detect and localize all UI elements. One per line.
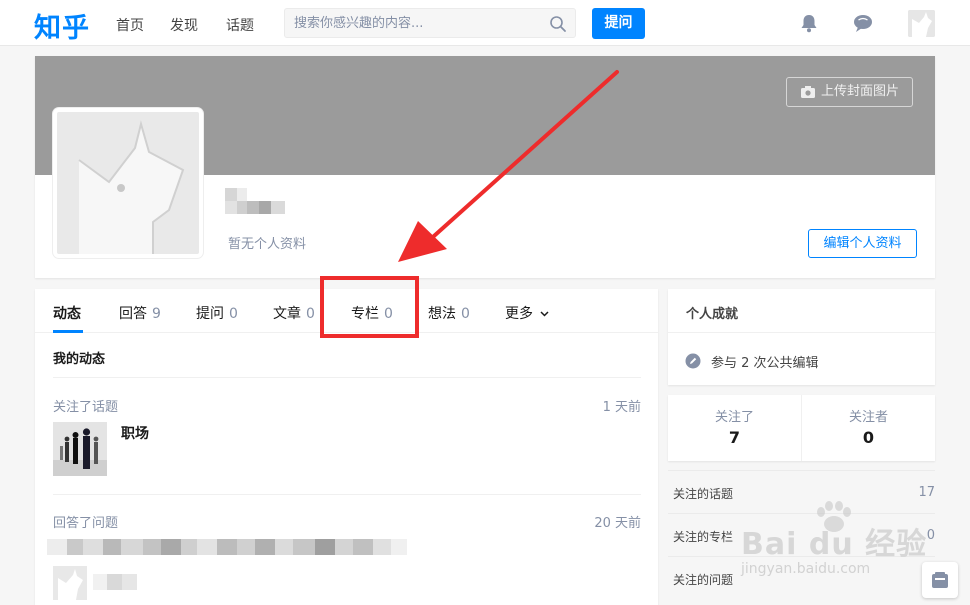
- profile-avatar[interactable]: [53, 108, 203, 258]
- search-box: [284, 8, 576, 38]
- answerer-avatar[interactable]: [53, 566, 87, 600]
- user-avatar[interactable]: [908, 10, 935, 37]
- tab-label: 更多: [505, 306, 533, 322]
- list-count: 17: [918, 485, 935, 500]
- tab-label: 文章: [273, 306, 301, 322]
- blurred-username: [225, 188, 285, 214]
- followers-stat[interactable]: 关注者 0: [802, 406, 935, 447]
- blurred-answerer-name: [93, 574, 137, 590]
- back-to-top-button[interactable]: [922, 562, 958, 598]
- pencil-icon: [685, 353, 701, 369]
- topic-thumbnail[interactable]: [53, 422, 107, 476]
- tab-count: 0: [461, 306, 470, 322]
- public-edit-count: 参与 2 次公共编辑: [711, 356, 819, 371]
- divider: [668, 332, 935, 333]
- divider: [53, 377, 641, 378]
- nav-topics[interactable]: 话题: [226, 15, 254, 35]
- top-navbar: 知乎 首页 发现 话题 提问: [0, 0, 970, 46]
- list-item-questions[interactable]: 关注的问题: [668, 556, 935, 598]
- tab-count: 0: [229, 306, 238, 322]
- following-label: 关注了: [714, 410, 754, 425]
- list-count: 0: [926, 528, 935, 543]
- active-tab-indicator: [53, 330, 83, 333]
- tab-more[interactable]: 更多: [505, 303, 549, 323]
- follow-stats-card: 关注了 7 关注者 0: [668, 395, 935, 461]
- achievements-card: 个人成就 参与 2 次公共编辑: [668, 289, 935, 385]
- camera-icon: [801, 86, 815, 98]
- business-people-image: [53, 422, 107, 476]
- nav-explore[interactable]: 发现: [170, 15, 198, 35]
- list-item-topics[interactable]: 关注的话题 17: [668, 470, 935, 512]
- tab-label: 提问: [196, 306, 224, 322]
- upload-cover-label: 上传封面图片: [821, 84, 900, 99]
- default-avatar-icon: [57, 112, 199, 254]
- list-label: 关注的专栏: [673, 530, 734, 544]
- search-icon[interactable]: [549, 15, 567, 33]
- bell-icon[interactable]: [799, 13, 819, 33]
- activity-time: 20 天前: [594, 516, 641, 531]
- list-label: 关注的话题: [673, 487, 734, 501]
- tab-articles[interactable]: 文章 0: [273, 303, 315, 323]
- followers-label: 关注者: [848, 410, 888, 425]
- list-item-columns[interactable]: 关注的专栏 0: [668, 513, 935, 555]
- tab-label: 回答: [119, 306, 147, 322]
- avatar-dog-icon: [908, 10, 935, 37]
- activity-type: 回答了问题: [53, 516, 119, 531]
- message-icon[interactable]: [852, 13, 874, 33]
- upload-cover-button[interactable]: 上传封面图片: [786, 77, 913, 107]
- activity-time: 1 天前: [602, 400, 641, 415]
- activity-type: 关注了话题: [53, 400, 119, 415]
- chevron-down-icon: [540, 311, 549, 317]
- edit-profile-button[interactable]: 编辑个人资料: [808, 229, 917, 258]
- zhihu-logo[interactable]: 知乎: [34, 6, 90, 45]
- profile-header-card: 上传封面图片 暂无个人资料 编辑个人资料: [35, 56, 935, 278]
- following-stat[interactable]: 关注了 7: [668, 406, 801, 447]
- following-count: 7: [728, 428, 741, 447]
- search-input[interactable]: [285, 9, 535, 37]
- followers-count: 0: [862, 428, 875, 447]
- tab-label: 想法: [428, 306, 456, 322]
- annotation-highlight-box: [320, 276, 419, 338]
- list-label: 关注的问题: [673, 573, 734, 587]
- empty-profile-text: 暂无个人资料: [228, 237, 307, 252]
- tab-ideas[interactable]: 想法 0: [428, 303, 470, 323]
- tab-answers[interactable]: 回答 9: [119, 303, 161, 323]
- avatar-dog-icon: [53, 566, 87, 600]
- tab-activity[interactable]: 动态: [53, 303, 81, 323]
- nav-home[interactable]: 首页: [116, 15, 144, 35]
- topic-link[interactable]: 职场: [121, 423, 149, 443]
- tab-count: 9: [152, 306, 161, 322]
- tab-questions[interactable]: 提问 0: [196, 303, 238, 323]
- achievements-title: 个人成就: [686, 307, 739, 322]
- section-title: 我的动态: [53, 352, 106, 367]
- ask-question-button[interactable]: 提问: [592, 8, 645, 39]
- tab-count: 0: [306, 306, 315, 322]
- tab-label: 动态: [53, 306, 81, 322]
- back-to-top-icon: [932, 572, 948, 588]
- blurred-question-title[interactable]: [47, 539, 407, 555]
- divider: [53, 494, 641, 495]
